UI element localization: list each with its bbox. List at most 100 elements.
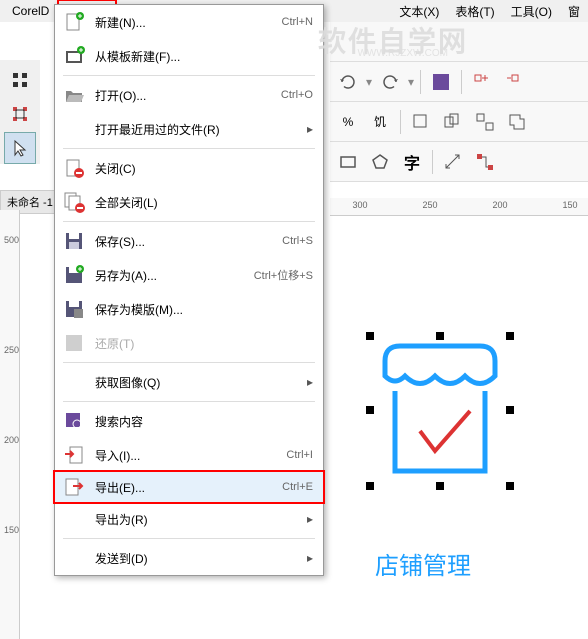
- align-button[interactable]: [468, 68, 496, 96]
- distribute-button[interactable]: [500, 68, 528, 96]
- menu-shortcut: Ctrl+E: [282, 481, 313, 493]
- selection-handle[interactable]: [436, 482, 444, 490]
- menu-label: 导出为(R): [95, 511, 301, 528]
- save-template-icon: [59, 295, 89, 323]
- menu-shortcut: Ctrl+I: [286, 449, 313, 461]
- freehand-tool-icon[interactable]: [4, 98, 36, 130]
- menu-export-as[interactable]: 导出为(R) ▸: [55, 502, 323, 536]
- menu-label: 导入(I)...: [95, 447, 286, 464]
- menu-label: 全部关闭(L): [95, 194, 313, 211]
- menu-label: 从模板新建(F)...: [95, 48, 313, 65]
- selection-handle[interactable]: [366, 406, 374, 414]
- revert-icon: [59, 329, 89, 357]
- menubar-table[interactable]: 表格(T): [447, 1, 502, 22]
- menu-close-all[interactable]: 全部关闭(L): [55, 185, 323, 219]
- file-menu-dropdown: 新建(N)... Ctrl+N 从模板新建(F)... 打开(O)... Ctr…: [54, 4, 324, 576]
- menu-export[interactable]: 导出(E)... Ctrl+E: [53, 470, 325, 504]
- blank-icon: [59, 544, 89, 572]
- menu-label: 保存(S)...: [95, 233, 282, 250]
- blank-icon: [59, 368, 89, 396]
- selection-handle[interactable]: [436, 332, 444, 340]
- menu-close[interactable]: 关闭(C): [55, 151, 323, 185]
- menu-label: 新建(N)...: [95, 14, 282, 31]
- toolbar-spacer: [334, 28, 362, 56]
- menubar-tools[interactable]: 工具(O): [503, 1, 560, 22]
- menu-separator: [63, 75, 315, 76]
- redo-button[interactable]: [376, 68, 404, 96]
- menu-separator: [63, 148, 315, 149]
- menu-shortcut: Ctrl+N: [282, 16, 313, 28]
- folder-open-icon: [59, 81, 89, 109]
- ungroup-button[interactable]: [471, 108, 499, 136]
- toolbar-3: % 饥: [330, 102, 588, 142]
- separator: [420, 70, 421, 94]
- connector-tool[interactable]: [471, 148, 499, 176]
- vertical-ruler: 500 250 200 150: [0, 210, 20, 639]
- horizontal-ruler: 300 250 200 150: [330, 198, 588, 216]
- menu-save-template[interactable]: 保存为模版(M)...: [55, 292, 323, 326]
- menubar-window[interactable]: 窗: [560, 1, 588, 22]
- pick-tool-icon[interactable]: [4, 64, 36, 96]
- separator: [432, 150, 433, 174]
- menu-search[interactable]: 搜索内容: [55, 404, 323, 438]
- menu-shortcut: Ctrl+O: [281, 89, 313, 101]
- text-tool[interactable]: 字: [398, 148, 426, 176]
- chevron-right-icon: ▸: [307, 122, 313, 136]
- standard-toolbar: [330, 22, 588, 62]
- menu-recent[interactable]: 打开最近用过的文件(R) ▸: [55, 112, 323, 146]
- canvas-text-object[interactable]: 店铺管理: [375, 546, 471, 581]
- blank-icon: [59, 505, 89, 533]
- menu-label: 关闭(C): [95, 160, 313, 177]
- launch-button[interactable]: [427, 68, 455, 96]
- separator: [400, 110, 401, 134]
- selected-object[interactable]: [370, 336, 510, 486]
- chevron-down-icon[interactable]: ▾: [366, 75, 372, 89]
- chevron-right-icon: ▸: [307, 512, 313, 526]
- menu-label: 发送到(D): [95, 550, 301, 567]
- menu-separator: [63, 538, 315, 539]
- new-file-icon: [59, 8, 89, 36]
- menu-separator: [63, 401, 315, 402]
- selection-handle[interactable]: [506, 332, 514, 340]
- group-button[interactable]: [439, 108, 467, 136]
- canvas[interactable]: 店铺管理: [330, 216, 588, 639]
- selection-handle[interactable]: [506, 482, 514, 490]
- chevron-down-icon[interactable]: ▾: [408, 75, 414, 89]
- dimension-tool[interactable]: [439, 148, 467, 176]
- menu-acquire[interactable]: 获取图像(Q) ▸: [55, 365, 323, 399]
- menu-label: 搜索内容: [95, 413, 313, 430]
- toolbar-2: ▾ ▾: [330, 62, 588, 102]
- polygon-tool[interactable]: [366, 148, 394, 176]
- menu-open[interactable]: 打开(O)... Ctrl+O: [55, 78, 323, 112]
- menu-new[interactable]: 新建(N)... Ctrl+N: [55, 5, 323, 39]
- menu-send-to[interactable]: 发送到(D) ▸: [55, 541, 323, 575]
- menu-label: 另存为(A)...: [95, 267, 254, 284]
- app-title: CorelD: [4, 2, 57, 20]
- selection-handle[interactable]: [366, 482, 374, 490]
- menu-revert: 还原(T): [55, 326, 323, 360]
- rect-tool[interactable]: [334, 148, 362, 176]
- undo-button[interactable]: [334, 68, 362, 96]
- combine-button[interactable]: [503, 108, 531, 136]
- selection-handle[interactable]: [366, 332, 374, 340]
- selection-handle[interactable]: [506, 406, 514, 414]
- chevron-right-icon: ▸: [307, 375, 313, 389]
- menu-save-as[interactable]: 另存为(A)... Ctrl+位移+S: [55, 258, 323, 292]
- menu-import[interactable]: 导入(I)... Ctrl+I: [55, 438, 323, 472]
- menu-label: 还原(T): [95, 335, 313, 352]
- menu-separator: [63, 362, 315, 363]
- search-content-icon: [59, 407, 89, 435]
- menu-label: 获取图像(Q): [95, 374, 301, 391]
- save-icon: [59, 227, 89, 255]
- snap-button[interactable]: [407, 108, 435, 136]
- pointer-tool-icon[interactable]: [4, 132, 36, 164]
- menu-new-template[interactable]: 从模板新建(F)...: [55, 39, 323, 73]
- menu-label: 保存为模版(M)...: [95, 301, 313, 318]
- toolbar-4: 字: [330, 142, 588, 182]
- import-icon: [59, 441, 89, 469]
- close-all-icon: [59, 188, 89, 216]
- menubar-text[interactable]: 文本(X): [391, 1, 447, 22]
- menu-separator: [63, 221, 315, 222]
- menu-save[interactable]: 保存(S)... Ctrl+S: [55, 224, 323, 258]
- toolbox: [0, 60, 40, 164]
